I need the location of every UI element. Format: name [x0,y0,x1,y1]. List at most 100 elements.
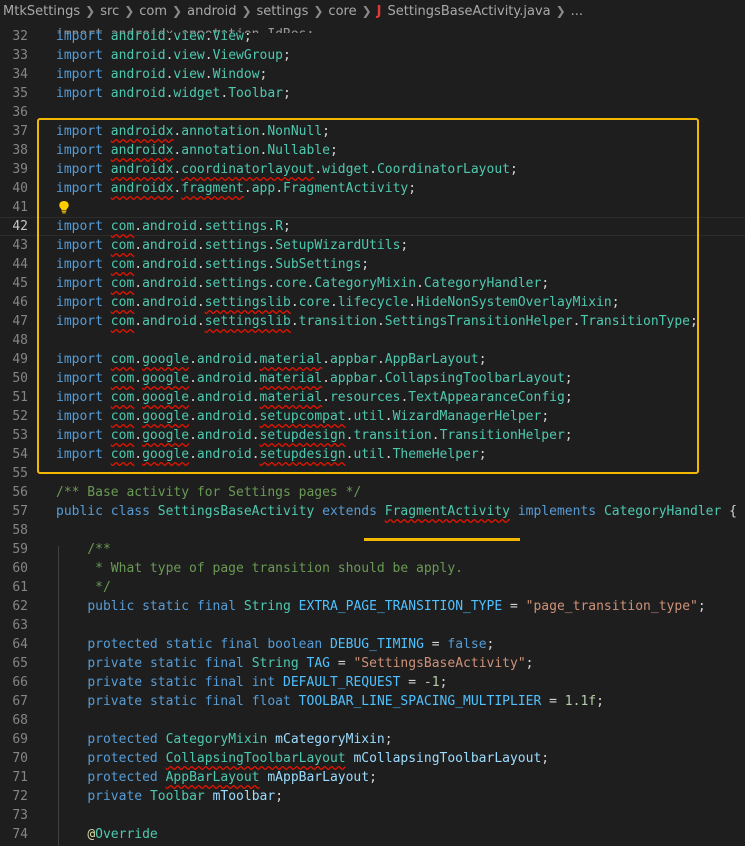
code-line[interactable]: 57 public class SettingsBaseActivity exte… [0,502,745,521]
code-text[interactable]: private Toolbar mToolbar; [56,787,283,806]
code-line[interactable]: 32 import android.view.View; [0,27,745,46]
code-text[interactable]: import com.android.settings.SubSettings; [56,255,369,274]
line-number: 53 [12,428,28,443]
code-line[interactable]: 64 protected static final boolean DEBUG_… [0,635,745,654]
code-line[interactable]: 45 import com.android.settings.core.Categ… [0,274,745,293]
code-editor[interactable]: import androidx.annotation.IdRes; 32impo… [0,16,745,846]
code-line[interactable]: 73 [0,806,745,825]
code-line[interactable]: 60 * What type of page transition should… [0,559,745,578]
code-text[interactable]: import com.google.android.material.resou… [56,388,573,407]
code-text[interactable]: import android.view.View; [56,27,252,46]
breadcrumb-item-core[interactable]: core [328,4,356,19]
code-text[interactable]: public class SettingsBaseActivity extend… [56,502,737,521]
code-line[interactable]: 54 import com.google.android.setupdesign.… [0,445,745,464]
code-text[interactable]: import com.android.settingslib.core.life… [56,293,620,312]
line-number: 67 [12,694,28,709]
breadcrumb-item-android[interactable]: android [187,4,236,19]
code-line[interactable]: 50 import com.google.android.material.app… [0,369,745,388]
line-number: 40 [12,181,28,196]
code-line[interactable]: 46 import com.android.settingslib.core.li… [0,293,745,312]
code-line[interactable]: 53 import com.google.android.setupdesign.… [0,426,745,445]
code-text[interactable]: import androidx.coordinatorlayout.widget… [56,160,518,179]
line-number: 48 [12,333,28,348]
code-text[interactable]: protected static final boolean DEBUG_TIM… [56,635,494,654]
code-text[interactable]: public static final String EXTRA_PAGE_TR… [56,597,705,616]
code-text[interactable]: import com.google.android.material.appba… [56,369,573,388]
breadcrumb-symbols[interactable]: ... [571,4,583,19]
chevron-right-icon: ❯ [241,4,252,18]
code-text[interactable]: import androidx.annotation.Nullable; [56,141,338,160]
code-line[interactable]: 51 import com.google.android.material.res… [0,388,745,407]
code-text[interactable]: private static final float TOOLBAR_LINE_… [56,692,604,711]
code-line[interactable]: 62 public static final String EXTRA_PAGE… [0,597,745,616]
code-text[interactable]: import com.google.android.material.appba… [56,350,487,369]
code-text[interactable]: @Override [56,825,157,844]
code-text[interactable]: import com.google.android.setupdesign.ut… [56,445,487,464]
code-line[interactable]: 38 import androidx.annotation.Nullable; [0,141,745,160]
code-text[interactable]: /** Base activity for Settings pages */ [56,483,361,502]
code-text[interactable]: protected CategoryMixin mCategoryMixin; [56,730,392,749]
code-text[interactable]: import androidx.fragment.app.FragmentAct… [56,179,416,198]
code-line[interactable]: 34 import android.view.Window; [0,65,745,84]
line-number: 43 [12,238,28,253]
lightbulb-icon[interactable] [57,200,71,214]
code-line[interactable]: 36 [0,103,745,122]
code-text[interactable]: import androidx.annotation.NonNull; [56,122,330,141]
code-line[interactable]: 35 import android.widget.Toolbar; [0,84,745,103]
code-line[interactable]: 65 private static final String TAG = "Se… [0,654,745,673]
code-text[interactable]: import android.widget.Toolbar; [56,84,291,103]
breadcrumb-item-com[interactable]: com [139,4,167,19]
code-line[interactable]: 70 protected CollapsingToolbarLayout mCo… [0,749,745,768]
line-number: 45 [12,276,28,291]
code-text[interactable]: protected CollapsingToolbarLayout mColla… [56,749,549,768]
code-line[interactable]: 49 import com.google.android.material.app… [0,350,745,369]
code-line[interactable]: 40 import androidx.fragment.app.FragmentA… [0,179,745,198]
code-text[interactable]: * What type of page transition should be… [56,559,463,578]
java-file-icon: J [376,3,382,19]
line-number: 41 [12,200,28,215]
code-line[interactable]: 33 import android.view.ViewGroup; [0,46,745,65]
code-line[interactable]: 74 @Override [0,825,745,844]
code-text[interactable]: protected AppBarLayout mAppBarLayout; [56,768,377,787]
code-line[interactable]: 56 /** Base activity for Settings pages *… [0,483,745,502]
code-line[interactable]: 66 private static final int DEFAULT_REQU… [0,673,745,692]
code-line[interactable]: 71 protected AppBarLayout mAppBarLayout; [0,768,745,787]
breadcrumb-file-name[interactable]: SettingsBaseActivity.java [388,4,551,19]
code-line[interactable]: 42 import com.android.settings.R; [0,217,745,236]
code-line[interactable]: 67 private static final float TOOLBAR_LI… [0,692,745,711]
breadcrumb-item-src[interactable]: src [100,4,119,19]
code-line[interactable]: 41 [0,198,745,217]
code-text[interactable]: import android.view.Window; [56,65,267,84]
code-line[interactable]: 43 import com.android.settings.SetupWizar… [0,236,745,255]
code-text[interactable]: import com.google.android.setupcompat.ut… [56,407,549,426]
code-line[interactable]: 48 [0,331,745,350]
line-number: 57 [12,504,28,519]
code-line[interactable]: 39 import androidx.coordinatorlayout.widg… [0,160,745,179]
code-line[interactable]: 69 protected CategoryMixin mCategoryMixi… [0,730,745,749]
code-text[interactable]: private static final String TAG = "Setti… [56,654,533,673]
code-line[interactable]: 61 */ [0,578,745,597]
code-line[interactable]: 59 /** [0,540,745,559]
breadcrumb-item-settings[interactable]: settings [257,4,309,19]
code-line[interactable]: 55 [0,464,745,483]
breadcrumb-item-project[interactable]: MtkSettings [3,4,80,19]
code-line[interactable]: 63 [0,616,745,635]
code-line[interactable]: 44 import com.android.settings.SubSetting… [0,255,745,274]
code-text[interactable]: private static final int DEFAULT_REQUEST… [56,673,447,692]
code-line[interactable]: 37 import androidx.annotation.NonNull; [0,122,745,141]
chevron-right-icon: ❯ [85,4,96,18]
code-line[interactable]: 47 import com.android.settingslib.transit… [0,312,745,331]
code-text[interactable]: import com.android.settings.R; [56,218,291,235]
code-text[interactable]: import com.android.settings.SetupWizardU… [56,236,408,255]
line-number: 56 [12,485,28,500]
code-text[interactable]: import com.android.settings.core.Categor… [56,274,549,293]
code-text[interactable]: */ [56,578,111,597]
code-text[interactable]: /** [56,540,111,559]
code-line[interactable]: 72 private Toolbar mToolbar; [0,787,745,806]
code-line[interactable]: 68 [0,711,745,730]
code-text[interactable]: import android.view.ViewGroup; [56,46,291,65]
code-line[interactable]: 52 import com.google.android.setupcompat.… [0,407,745,426]
code-text[interactable]: import com.android.settingslib.transitio… [56,312,698,331]
line-number: 69 [12,732,28,747]
code-text[interactable]: import com.google.android.setupdesign.tr… [56,426,573,445]
